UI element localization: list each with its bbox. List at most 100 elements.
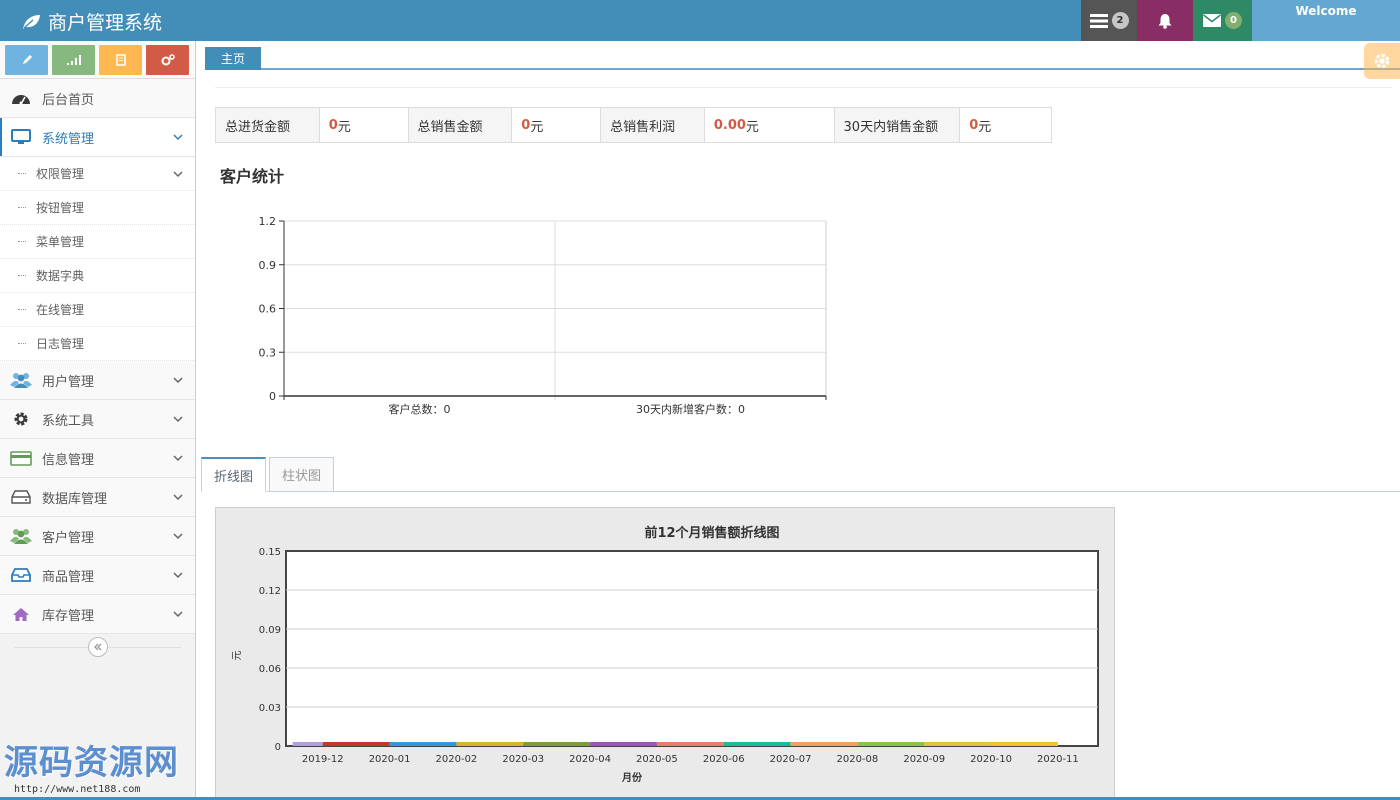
y-tick-label: 0.09 <box>259 625 281 636</box>
shortcut-edit-button[interactable] <box>5 45 48 75</box>
shortcut-cogs-button[interactable] <box>146 45 189 75</box>
chevron-down-icon <box>173 572 183 579</box>
y-tick-label: 0.6 <box>259 303 277 316</box>
sidebar-item-info[interactable]: 信息管理 <box>0 439 195 478</box>
tab-bar-chart[interactable]: 柱状图 <box>269 457 335 492</box>
sidebar-collapse-button[interactable] <box>87 637 108 657</box>
sidebar-item-label: 用户管理 <box>42 374 95 390</box>
stat-purchase-number: 0 <box>328 117 338 133</box>
x-axis-label: 月份 <box>621 771 643 784</box>
sidebar-item-system[interactable]: 系统管理 <box>0 118 195 157</box>
stat-sales-unit: 元 <box>530 119 544 135</box>
stat-purchase-value: 0元 <box>320 108 409 142</box>
main-content: 主页 总进货金额 0元 总销售金额 0元 总销售利润 0.00 元 30天内销售金… <box>197 41 1400 800</box>
sidebar-item-tools[interactable]: 系统工具 <box>0 400 195 439</box>
x-tick-label: 2020-07 <box>770 754 812 765</box>
brand[interactable]: 商户管理系统 <box>20 8 162 35</box>
sidebar-subitem-online[interactable]: 在线管理 <box>0 293 195 327</box>
stat-sales-value: 0元 <box>512 108 602 142</box>
gear-icon <box>10 410 32 428</box>
x-tick-label: 2020-05 <box>636 754 678 765</box>
settings-button[interactable] <box>1364 43 1400 79</box>
stats-table: 总进货金额 0元 总销售金额 0元 总销售利润 0.00 元 30天内销售金额 0… <box>215 107 1052 143</box>
y-tick-label: 0 <box>269 390 276 403</box>
watermark: 源码资源网 http://www.net188.com <box>4 735 214 797</box>
sidebar-subitem-dictionary[interactable]: 数据字典 <box>0 259 195 293</box>
plot-area <box>285 550 1099 747</box>
x-tick-label: 2020-09 <box>903 754 945 765</box>
tab-home[interactable]: 主页 <box>205 47 261 70</box>
x-tick-label: 2020-04 <box>569 754 611 765</box>
desktop-icon <box>10 128 32 146</box>
top-navbar: 商户管理系统 2 0 Welcome <box>0 0 1400 41</box>
subitem-label: 数据字典 <box>36 269 85 283</box>
sidebar-subitem-menu[interactable]: 菜单管理 <box>0 225 195 259</box>
stat-sales30-value: 0元 <box>960 108 1051 142</box>
divider <box>215 87 1392 88</box>
x-tick-label: 2020-10 <box>970 754 1012 765</box>
subitem-label: 在线管理 <box>36 303 85 317</box>
watermark-url: http://www.net188.com <box>14 784 141 795</box>
sidebar-subitem-permission[interactable]: 权限管理 <box>0 157 195 191</box>
pencil-icon <box>22 55 32 64</box>
stat-sales30-label: 30天内销售金额 <box>834 108 961 142</box>
tab-line-chart[interactable]: 折线图 <box>201 457 267 492</box>
group-icon <box>10 527 32 545</box>
notifications-button[interactable] <box>1137 0 1193 41</box>
sidebar-item-label: 信息管理 <box>42 452 95 468</box>
leaf-icon <box>23 14 40 29</box>
chevron-down-icon <box>173 533 183 540</box>
sidebar-item-dashboard[interactable]: 后台首页 <box>0 79 195 118</box>
sidebar-item-label: 库存管理 <box>42 608 95 624</box>
sidebar-item-database[interactable]: 数据库管理 <box>0 478 195 517</box>
x-tick-label: 2020-03 <box>502 754 544 765</box>
sidebar-item-label: 客户管理 <box>42 530 95 546</box>
stat-sales30-unit: 元 <box>978 119 992 135</box>
user-menu[interactable]: Welcome <box>1252 0 1400 41</box>
stat-sales-number: 0 <box>521 117 531 133</box>
stat-profit-label: 总销售利润 <box>601 108 705 142</box>
envelope-icon <box>1203 14 1221 27</box>
credit-card-icon <box>10 449 32 467</box>
gear-icon <box>1374 53 1390 69</box>
chevron-down-icon <box>173 416 183 423</box>
customer-stats-title: 客户统计 <box>220 167 285 186</box>
customer-bar-chart: 0 0.3 0.6 0.9 1.2 客户总数：0 30天内新增客户数：0 <box>259 215 827 416</box>
x-tick-label: 客户总数：0 <box>389 402 451 416</box>
sidebar: 后台首页 系统管理 权限管理 按钮管理 菜单管理 数据字典 在线管理 日志管理 … <box>0 41 196 800</box>
y-tick-label: 0 <box>275 742 281 753</box>
brand-title: 商户管理系统 <box>48 12 163 34</box>
y-tick-label: 0.06 <box>259 664 281 675</box>
shortcut-signal-button[interactable] <box>52 45 95 75</box>
sidebar-item-inventory[interactable]: 库存管理 <box>0 595 195 634</box>
tasks-badge: 2 <box>1111 12 1129 29</box>
hdd-icon <box>10 488 32 506</box>
tasks-button[interactable]: 2 <box>1081 0 1137 41</box>
bell-icon <box>1158 13 1172 29</box>
double-angle-left-icon <box>93 643 101 651</box>
chevron-down-icon <box>173 171 183 178</box>
sidebar-item-label: 数据库管理 <box>42 491 108 507</box>
sidebar-subitem-log[interactable]: 日志管理 <box>0 327 195 361</box>
chart-title: 前12个月销售额折线图 <box>644 525 779 541</box>
sidebar-item-label: 系统管理 <box>42 131 95 147</box>
sidebar-item-products[interactable]: 商品管理 <box>0 556 195 595</box>
y-tick-label: 0.03 <box>259 703 281 714</box>
x-tick-label: 2019-12 <box>302 754 344 765</box>
page-tabbar: 主页 <box>205 45 1400 70</box>
sidebar-collapse-row <box>0 634 195 660</box>
x-tick-label: 2020-11 <box>1037 754 1079 765</box>
messages-button[interactable]: 0 <box>1193 0 1252 41</box>
stat-sales-label: 总销售金额 <box>408 108 513 142</box>
sidebar-item-users[interactable]: 用户管理 <box>0 361 195 400</box>
sidebar-subitem-button[interactable]: 按钮管理 <box>0 191 195 225</box>
stat-sales30-number: 0 <box>969 117 979 133</box>
signal-icon <box>66 55 81 65</box>
sidebar-shortcuts <box>0 41 195 79</box>
shortcut-book-button[interactable] <box>99 45 142 75</box>
sidebar-item-customers[interactable]: 客户管理 <box>0 517 195 556</box>
x-tick-label: 30天内新增客户数：0 <box>636 402 745 416</box>
welcome-label: Welcome <box>1295 4 1357 18</box>
chevron-down-icon <box>173 134 183 141</box>
dashboard-icon <box>10 89 32 107</box>
